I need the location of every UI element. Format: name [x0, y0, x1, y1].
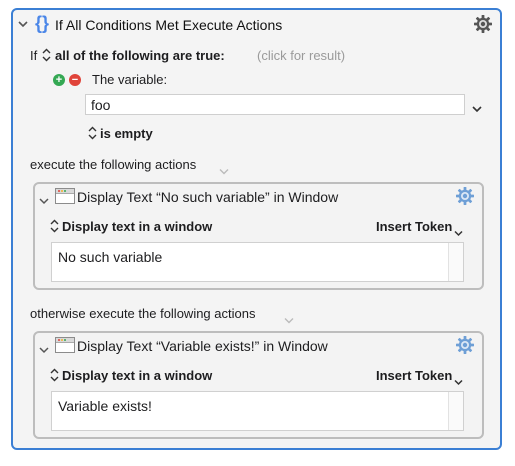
text-field-scrollbar[interactable]: [448, 392, 463, 430]
display-text-value: Variable exists!: [58, 398, 152, 414]
gear-icon[interactable]: [473, 14, 493, 39]
condition-mode-select[interactable]: all of the following are true:: [55, 48, 225, 63]
action-title: Display Text “Variable exists!” in Windo…: [77, 338, 328, 354]
add-condition-icon[interactable]: +: [53, 74, 65, 86]
insert-token-button[interactable]: Insert Token: [376, 368, 452, 383]
gear-icon[interactable]: [455, 186, 475, 211]
condition-type-label: The variable:: [92, 72, 168, 87]
collapse-chevron-icon[interactable]: [17, 18, 29, 33]
display-mode-select[interactable]: Display text in a window: [62, 219, 212, 234]
gear-icon[interactable]: [455, 335, 475, 360]
click-for-result-link[interactable]: (click for result): [257, 48, 345, 63]
display-mode-select[interactable]: Display text in a window: [62, 368, 212, 383]
insert-token-button[interactable]: Insert Token: [376, 219, 452, 234]
otherwise-dropdown-icon[interactable]: [284, 311, 294, 329]
collapse-chevron-icon[interactable]: [39, 192, 49, 210]
operator-select[interactable]: is empty: [100, 126, 153, 141]
text-field-scrollbar[interactable]: [448, 243, 463, 281]
updown-arrows-icon[interactable]: [42, 48, 51, 65]
display-text-field[interactable]: Variable exists!: [51, 391, 464, 431]
action-title: Display Text “No such variable” in Windo…: [77, 189, 339, 205]
operator-updown-icon[interactable]: [88, 126, 97, 143]
variable-dropdown-chevron-icon[interactable]: [472, 100, 482, 118]
if-label: If: [30, 48, 38, 63]
remove-condition-icon[interactable]: −: [69, 74, 81, 86]
collapse-chevron-icon[interactable]: [39, 341, 49, 359]
display-text-value: No such variable: [58, 249, 163, 265]
mode-updown-icon[interactable]: [50, 368, 59, 385]
display-text-action-2[interactable]: Display Text “Variable exists!” in Windo…: [33, 331, 484, 439]
braces-icon: {}: [35, 13, 50, 33]
variable-name-field[interactable]: foo: [85, 94, 465, 115]
display-text-action-1[interactable]: Display Text “No such variable” in Windo…: [33, 182, 484, 290]
execute-dropdown-icon[interactable]: [219, 162, 229, 180]
otherwise-actions-label: otherwise execute the following actions: [30, 306, 256, 321]
insert-token-chevron-icon[interactable]: [454, 373, 463, 391]
if-action-block[interactable]: {} If All Conditions Met Execute Actions…: [11, 8, 502, 450]
display-text-field[interactable]: No such variable: [51, 242, 464, 282]
window-icon: [55, 337, 75, 353]
insert-token-chevron-icon[interactable]: [454, 224, 463, 242]
mode-updown-icon[interactable]: [50, 219, 59, 236]
window-icon: [55, 188, 75, 204]
variable-name-value: foo: [91, 97, 111, 113]
action-title: If All Conditions Met Execute Actions: [55, 17, 283, 33]
execute-actions-label: execute the following actions: [30, 157, 197, 172]
